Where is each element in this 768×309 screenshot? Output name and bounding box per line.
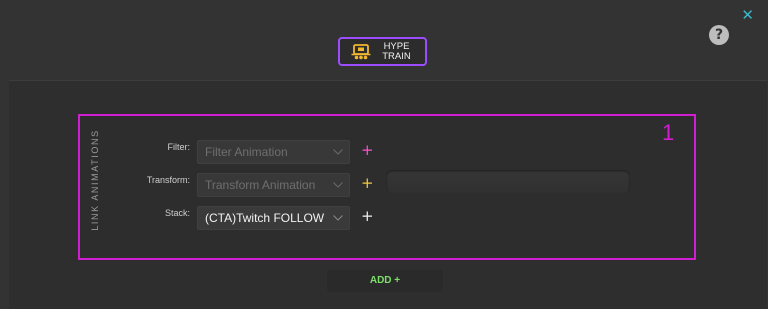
chevron-down-icon	[333, 149, 343, 155]
add-stack-button[interactable]: +	[361, 208, 374, 224]
filter-select-text: Filter Animation	[205, 145, 288, 159]
stack-select-text: (CTA)Twitch FOLLOW	[205, 211, 325, 225]
stack-select[interactable]: (CTA)Twitch FOLLOW	[197, 206, 350, 230]
add-transform-button[interactable]: +	[361, 175, 374, 191]
chevron-down-icon	[333, 182, 343, 188]
train-icon	[351, 43, 370, 59]
event-label-line2: TRAIN	[382, 50, 411, 62]
filter-label: Filter:	[167, 142, 191, 152]
event-type-badge[interactable]: HYPE TRAIN	[338, 37, 427, 66]
add-button[interactable]: ADD +	[327, 270, 443, 292]
event-type-label: HYPE TRAIN	[379, 40, 415, 62]
group-number: 1	[662, 120, 675, 145]
link-animations-label: LINK ANIMATIONS	[90, 129, 100, 231]
transform-slot	[386, 170, 630, 194]
event-label-line1: HYPE	[383, 40, 410, 52]
transform-select-text: Transform Animation	[205, 178, 316, 192]
filter-select[interactable]: Filter Animation	[197, 140, 350, 164]
close-icon[interactable]: ✕	[741, 8, 754, 23]
stack-label: Stack:	[164, 208, 190, 218]
add-filter-button[interactable]: +	[361, 142, 374, 158]
transform-select[interactable]: Transform Animation	[197, 173, 350, 197]
chevron-down-icon	[333, 215, 343, 221]
transform-label: Transform:	[146, 175, 190, 185]
help-icon[interactable]: ?	[709, 25, 729, 45]
